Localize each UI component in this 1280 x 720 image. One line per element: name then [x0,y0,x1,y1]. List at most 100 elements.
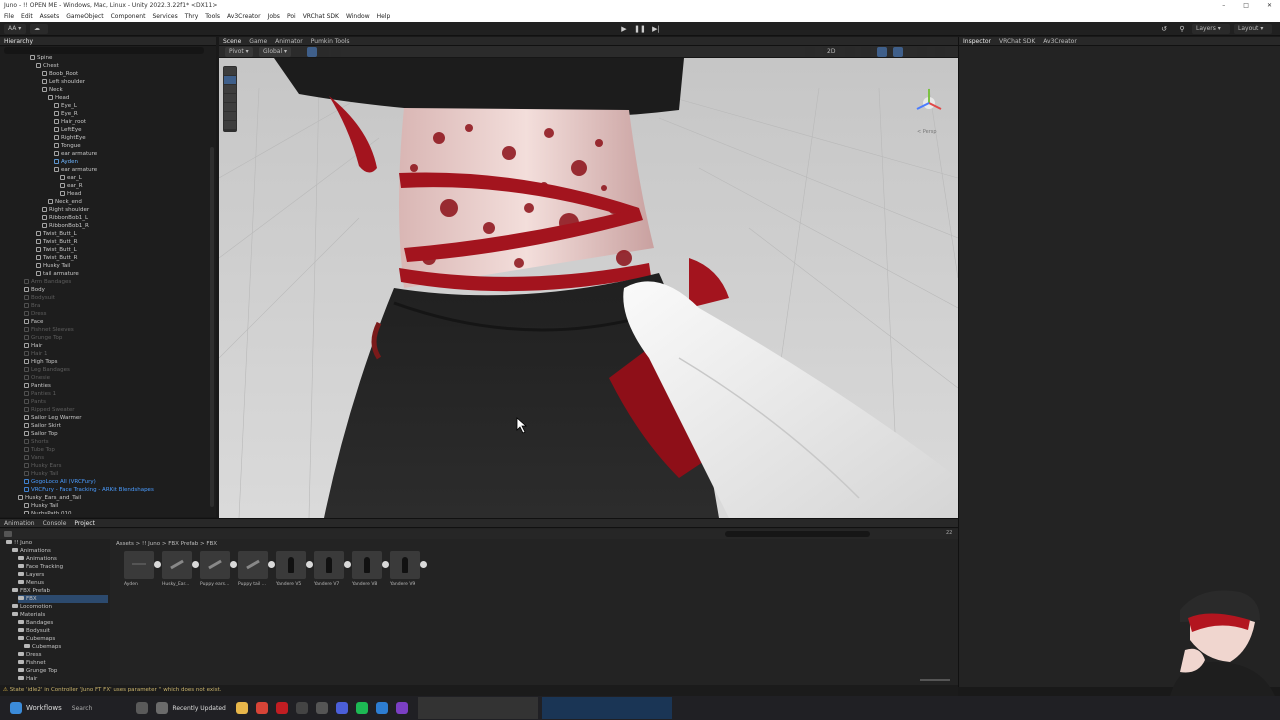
hierarchy-scrollbar[interactable] [210,147,214,507]
recently-updated-label[interactable]: Recently Updated [172,705,225,712]
hierarchy-item[interactable]: ear armature [0,150,208,158]
hierarchy-item[interactable]: Vans [0,454,208,462]
minimize-icon[interactable]: – [1222,0,1225,11]
windows-start-icon[interactable] [10,702,22,714]
grid-icon[interactable] [319,47,329,57]
hierarchy-item[interactable]: Right shoulder [0,206,208,214]
global-dropdown[interactable]: Global ▾ [259,47,292,57]
menu-item-window[interactable]: Window [346,11,370,22]
breadcrumb-item[interactable]: !! Juno [142,541,160,547]
hierarchy-item[interactable]: RibbonBob1_L [0,214,208,222]
hierarchy-item[interactable]: Hair 1 [0,350,208,358]
rotate-tool-icon[interactable] [224,85,236,93]
hierarchy-item[interactable]: Eye_L [0,102,208,110]
pivot-dropdown[interactable]: Pivot ▾ [225,47,253,57]
step-icon[interactable]: ▶| [650,24,662,34]
hierarchy-item[interactable]: Arm Bandages [0,278,208,286]
menu-item-edit[interactable]: Edit [21,11,33,22]
tab-console[interactable]: Console [43,519,67,527]
asset-item[interactable]: Ayden [124,551,161,587]
menu-item-vrchat-sdk[interactable]: VRChat SDK [303,11,339,22]
2d-toggle[interactable]: 2D [823,47,840,57]
maximize-icon[interactable]: □ [1243,0,1249,11]
folder-item[interactable]: Animations [18,555,57,563]
expand-icon[interactable] [420,561,427,568]
hierarchy-item[interactable]: Twist_Butt_L [0,246,208,254]
transform-tool-icon[interactable] [224,112,236,120]
asset-item[interactable]: Yandere V8 [352,551,389,587]
draw-mode-icon[interactable] [805,47,815,57]
expand-icon[interactable] [306,561,313,568]
persp-label[interactable]: < Persp [917,129,937,135]
asset-item[interactable]: Yandere V9 [390,551,427,587]
hierarchy-item[interactable]: Head [0,94,208,102]
hierarchy-item[interactable]: Tube Top [0,446,208,454]
folder-item[interactable]: Face Tracking [18,563,63,571]
folder-item[interactable]: Bodysuit [18,627,50,635]
hierarchy-item[interactable]: LeftEye [0,126,208,134]
folder-item[interactable]: Materials [12,611,45,619]
tab-vrchat-sdk[interactable]: VRChat SDK [999,37,1035,45]
task-preview-2[interactable] [541,697,672,719]
cloud-icon[interactable]: ☁ [30,24,48,34]
workflows-label[interactable]: Workflows [26,704,62,712]
hierarchy-item[interactable]: NurbsPath.010 [0,510,208,514]
hierarchy-item[interactable]: Neck [0,86,208,94]
rect-tool-icon[interactable] [224,103,236,111]
expand-icon[interactable] [268,561,275,568]
menu-item-gameobject[interactable]: GameObject [66,11,103,22]
breadcrumb-item[interactable]: FBX [206,541,217,547]
hierarchy-item[interactable]: Onesie [0,374,208,382]
hierarchy-item[interactable]: Ripped Sweater [0,406,208,414]
asset-item[interactable]: Husky_Ear... [162,551,199,587]
vscode-icon[interactable] [375,702,388,714]
menu-item-jobs[interactable]: Jobs [268,11,280,22]
folder-item[interactable]: !! Juno [6,539,32,547]
task-view-icon[interactable] [136,702,149,714]
folder-item[interactable]: Cubemaps [18,635,55,643]
hierarchy-item[interactable]: Shorts [0,438,208,446]
hierarchy-item[interactable]: Sailor Top [0,430,208,438]
menu-item-help[interactable]: Help [377,11,391,22]
hierarchy-item[interactable]: Head [0,190,208,198]
project-search[interactable] [725,531,870,537]
tab-animation[interactable]: Animation [4,519,35,527]
scene-settings-icon[interactable] [935,47,945,57]
menu-item-tools[interactable]: Tools [205,11,220,22]
menu-item-poi[interactable]: Poi [287,11,296,22]
expand-icon[interactable] [230,561,237,568]
spotify-icon[interactable] [355,702,368,714]
hierarchy-item[interactable]: Twist_Butt_R [0,238,208,246]
expand-icon[interactable] [382,561,389,568]
hierarchy-item[interactable]: Husky Tail [0,262,208,270]
menu-item-av3creator[interactable]: Av3Creator [227,11,261,22]
hierarchy-item[interactable]: Eye_R [0,110,208,118]
status-bar[interactable]: ⚠ State 'idle2' in Controller 'Juno FT F… [0,685,958,696]
add-icon[interactable] [4,531,12,537]
hierarchy-item[interactable]: Husky Tail [0,470,208,478]
tab-pumkin-tools[interactable]: Pumkin Tools [311,37,350,45]
folder-item[interactable]: FBX [18,595,108,603]
lighting-icon[interactable] [845,47,855,57]
menu-item-component[interactable]: Component [111,11,146,22]
hierarchy-item[interactable]: Ayden [0,158,208,166]
hierarchy-item[interactable]: Twist_Butt_R [0,254,208,262]
menu-item-services[interactable]: Services [152,11,177,22]
menu-item-file[interactable]: File [4,11,14,22]
hierarchy-item[interactable]: Bodysuit [0,294,208,302]
layout-dropdown[interactable]: Layout ▾ [1234,24,1272,34]
asset-item[interactable]: Yandere V7 [314,551,351,587]
tab-scene[interactable]: Scene [223,37,241,45]
tab-project[interactable]: Project [74,519,95,527]
taskbar-search[interactable]: Search [72,705,93,712]
hierarchy-item[interactable]: ear_R [0,182,208,190]
folder-item[interactable]: Fishnet [18,659,46,667]
expand-icon[interactable] [154,561,161,568]
hierarchy-item[interactable]: Face [0,318,208,326]
hierarchy-item[interactable]: VRCFury - Face Tracking - ARKit Blendsha… [0,486,208,494]
hierarchy-item[interactable]: Twist_Butt_L [0,230,208,238]
pause-icon[interactable]: ❚❚ [634,24,646,34]
hierarchy-item[interactable]: Husky Ears [0,462,208,470]
hierarchy-search[interactable] [4,47,204,54]
hierarchy-item[interactable]: Body [0,286,208,294]
